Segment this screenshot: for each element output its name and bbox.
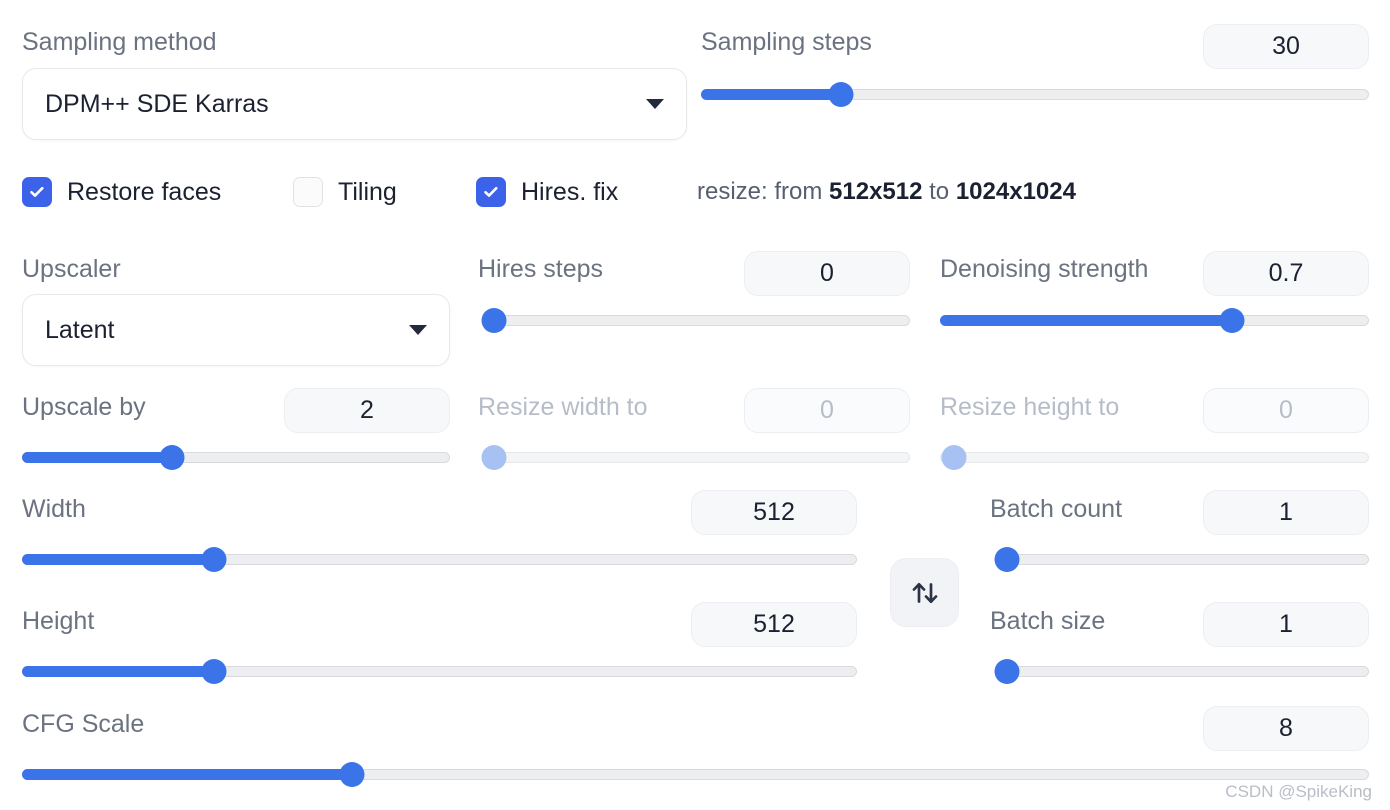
height-slider[interactable] xyxy=(22,659,857,684)
slider-fill xyxy=(22,769,352,780)
batch-size-input[interactable]: 1 xyxy=(1203,602,1369,647)
check-icon xyxy=(484,186,498,197)
slider-thumb[interactable] xyxy=(1219,308,1245,333)
upscale-by-value: 2 xyxy=(360,396,374,424)
cfg-scale-input[interactable]: 8 xyxy=(1203,706,1369,751)
batch-count-slider[interactable] xyxy=(994,547,1369,572)
resize-height-to-slider[interactable] xyxy=(940,445,1369,470)
height-input[interactable]: 512 xyxy=(691,602,857,647)
resize-width-to-slider[interactable] xyxy=(481,445,910,470)
swap-vertical-arrows-icon xyxy=(912,582,937,603)
slider-thumb[interactable] xyxy=(159,445,185,470)
hires-steps-slider[interactable] xyxy=(481,308,910,333)
slider-thumb[interactable] xyxy=(941,445,967,470)
upscale-by-input[interactable]: 2 xyxy=(284,388,450,433)
resize-from: 512x512 xyxy=(829,178,923,205)
height-value: 512 xyxy=(753,610,795,638)
slider-thumb[interactable] xyxy=(994,659,1020,684)
slider-thumb[interactable] xyxy=(201,547,227,572)
checkbox-label: Hires. fix xyxy=(521,177,619,206)
slider-fill xyxy=(701,89,842,100)
watermark-text: CSDN @SpikeKing xyxy=(1225,782,1372,801)
sampling-steps-input[interactable]: 30 xyxy=(1203,24,1369,69)
slider-thumb[interactable] xyxy=(481,445,507,470)
sampling-steps-value: 30 xyxy=(1272,32,1300,60)
width-input[interactable]: 512 xyxy=(691,490,857,535)
slider-thumb[interactable] xyxy=(339,762,365,787)
chevron-down-icon xyxy=(646,99,664,109)
slider-fill xyxy=(940,315,1232,326)
slider-fill xyxy=(22,554,215,565)
hires-steps-value: 0 xyxy=(820,259,834,287)
slider-track xyxy=(483,315,910,326)
resize-width-to-label: Resize width to xyxy=(478,393,648,421)
cfg-scale-label: CFG Scale xyxy=(22,710,145,738)
denoising-strength-label: Denoising strength xyxy=(940,255,1149,283)
swap-width-height-button[interactable] xyxy=(890,558,959,627)
resize-height-to-input[interactable]: 0 xyxy=(1203,388,1369,433)
upscaler-value: Latent xyxy=(45,315,115,344)
hires-steps-label: Hires steps xyxy=(478,255,604,283)
slider-track xyxy=(940,452,1369,463)
check-icon xyxy=(30,186,44,197)
slider-track xyxy=(995,554,1369,565)
resize-height-to-label: Resize height to xyxy=(940,393,1120,421)
cfg-scale-value: 8 xyxy=(1279,714,1293,742)
checkbox-hires-fix[interactable]: Hires. fix xyxy=(476,177,618,207)
slider-fill xyxy=(22,452,172,463)
batch-count-label: Batch count xyxy=(990,495,1123,523)
upscale-by-label: Upscale by xyxy=(22,393,146,421)
checkbox-label: Tiling xyxy=(338,177,397,206)
checkbox-box[interactable] xyxy=(476,177,506,207)
resize-height-to-value: 0 xyxy=(1279,396,1293,424)
slider-thumb[interactable] xyxy=(481,308,507,333)
width-slider[interactable] xyxy=(22,547,857,572)
sampling-steps-label: Sampling steps xyxy=(701,28,872,56)
resize-info-text: resize: from 512x512 to 1024x1024 xyxy=(697,178,1076,206)
denoising-strength-slider[interactable] xyxy=(940,308,1369,333)
slider-thumb[interactable] xyxy=(201,659,227,684)
upscaler-dropdown[interactable]: Latent xyxy=(22,294,450,366)
height-label: Height xyxy=(22,607,95,635)
batch-size-slider[interactable] xyxy=(994,659,1369,684)
sampling-steps-slider[interactable] xyxy=(701,82,1369,107)
resize-to: 1024x1024 xyxy=(955,178,1076,205)
checkbox-tiling[interactable]: Tiling xyxy=(293,177,397,207)
denoising-strength-value: 0.7 xyxy=(1268,259,1304,287)
slider-track xyxy=(995,666,1369,677)
upscaler-label: Upscaler xyxy=(22,255,121,283)
resize-width-to-value: 0 xyxy=(820,396,834,424)
checkbox-box[interactable] xyxy=(22,177,52,207)
upscale-by-slider[interactable] xyxy=(22,445,450,470)
width-label: Width xyxy=(22,495,86,523)
slider-thumb[interactable] xyxy=(994,547,1020,572)
slider-thumb[interactable] xyxy=(828,82,854,107)
checkbox-box[interactable] xyxy=(293,177,323,207)
chevron-down-icon xyxy=(409,325,427,335)
txt2img-settings-panel: Sampling method DPM++ SDE Karras Samplin… xyxy=(0,0,1390,810)
width-value: 512 xyxy=(753,498,795,526)
resize-width-to-input[interactable]: 0 xyxy=(744,388,910,433)
resize-prefix: resize: from xyxy=(697,178,830,205)
batch-size-label: Batch size xyxy=(990,607,1106,635)
slider-fill xyxy=(22,666,215,677)
batch-count-input[interactable]: 1 xyxy=(1203,490,1369,535)
checkbox-restore-faces[interactable]: Restore faces xyxy=(22,177,221,207)
denoising-strength-input[interactable]: 0.7 xyxy=(1203,251,1369,296)
cfg-scale-slider[interactable] xyxy=(22,762,1369,787)
slider-track xyxy=(483,452,910,463)
hires-steps-input[interactable]: 0 xyxy=(744,251,910,296)
resize-middle: to xyxy=(922,178,956,205)
batch-count-value: 1 xyxy=(1279,498,1293,526)
sampling-method-dropdown[interactable]: DPM++ SDE Karras xyxy=(22,68,687,140)
batch-size-value: 1 xyxy=(1279,610,1293,638)
sampling-method-value: DPM++ SDE Karras xyxy=(45,89,269,118)
checkbox-label: Restore faces xyxy=(67,177,222,206)
sampling-method-label: Sampling method xyxy=(22,28,217,56)
